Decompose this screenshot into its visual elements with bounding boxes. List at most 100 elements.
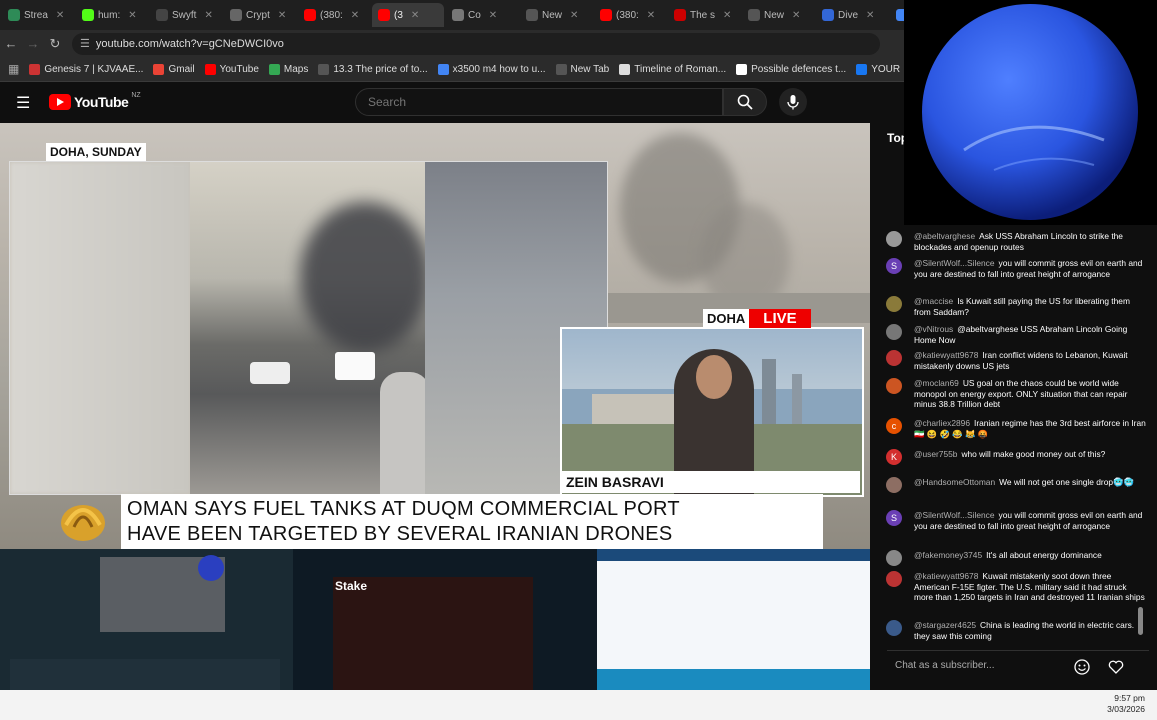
chat-username[interactable]: @SilentWolf...Silence: [914, 258, 995, 268]
search-input[interactable]: [355, 88, 723, 116]
avatar[interactable]: [886, 620, 902, 636]
browser-tab[interactable]: Co ✕: [446, 3, 518, 27]
chat-message: @vNitrous @abeltvarghese USS Abraham Linc…: [884, 324, 1146, 345]
chat-username[interactable]: @stargazer4625: [914, 620, 976, 630]
tab-close-icon[interactable]: ✕: [351, 10, 359, 21]
tower: [762, 359, 776, 429]
avatar[interactable]: c: [886, 418, 902, 434]
bookmark-item[interactable]: YOUR: [856, 63, 900, 75]
tab-close-icon[interactable]: ✕: [128, 10, 136, 21]
chat-username[interactable]: @katiewyatt9678: [914, 350, 978, 360]
chat-text: who will make good money out of this?: [961, 449, 1106, 459]
news-headline: OMAN SAYS FUEL TANKS AT DUQM COMMERCIAL …: [121, 494, 823, 549]
chat-message: @stargazer4625 China is leading the world…: [884, 620, 1146, 641]
bookmark-item[interactable]: x3500 m4 how to u...: [437, 63, 546, 75]
menu-icon[interactable]: ☰: [16, 93, 30, 113]
chat-username[interactable]: @user755b: [914, 449, 957, 459]
chat-divider: [887, 650, 1149, 651]
voice-search-button[interactable]: [779, 88, 807, 116]
avatar[interactable]: [886, 350, 902, 366]
browser-tab[interactable]: (380: ✕: [594, 3, 666, 27]
chat-username[interactable]: @maccise: [914, 296, 953, 306]
chat-message: @katiewyatt9678 Iran conflict widens to L…: [884, 350, 1146, 371]
chat-username[interactable]: @fakemoney3745: [914, 550, 982, 560]
back-button[interactable]: ←: [0, 36, 22, 51]
tab-close-icon[interactable]: ✕: [56, 10, 64, 21]
bookmark-item[interactable]: 13.3 The price of to...: [318, 63, 428, 75]
bookmark-item[interactable]: Genesis 7 | KJVAAE...: [29, 63, 143, 75]
avatar[interactable]: [886, 231, 902, 247]
browser-tab[interactable]: hum: ✕: [76, 3, 148, 27]
reload-button[interactable]: ↻: [44, 36, 66, 52]
video-player[interactable]: DOHA, SUNDAY DOHA LIVE ZEIN BASRAVI OMAN…: [0, 123, 870, 549]
site-info-icon[interactable]: ☰: [80, 37, 90, 50]
avatar[interactable]: S: [886, 258, 902, 274]
tab-close-icon[interactable]: ✕: [411, 10, 419, 21]
browser-tab[interactable]: Strea ✕: [2, 3, 74, 27]
avatar[interactable]: [886, 477, 902, 493]
tab-favicon-icon: [230, 9, 242, 21]
browser-tab[interactable]: Swyft ✕: [150, 3, 222, 27]
browser-tab[interactable]: The s ✕: [668, 3, 740, 27]
youtube-play-icon: [49, 94, 71, 110]
drone-strike-footage: [9, 161, 608, 495]
avatar[interactable]: K: [886, 449, 902, 465]
chat-username[interactable]: @HandsomeOttoman: [914, 477, 995, 487]
youtube-logo[interactable]: YouTube NZ: [49, 92, 141, 110]
avatar[interactable]: [886, 378, 902, 394]
bookmark-item[interactable]: Gmail: [153, 63, 195, 75]
avatar[interactable]: S: [886, 510, 902, 526]
reporter-name: ZEIN BASRAVI: [562, 471, 860, 493]
heart-icon[interactable]: [1108, 659, 1124, 675]
chat-username[interactable]: @katiewyatt9678: [914, 571, 978, 581]
tab-close-icon[interactable]: ✕: [204, 10, 212, 21]
forward-button[interactable]: →: [22, 36, 44, 51]
tab-close-icon[interactable]: ✕: [866, 10, 874, 21]
chat-username[interactable]: @vNitrous: [914, 324, 953, 334]
browser-tab[interactable]: New ✕: [742, 3, 814, 27]
browser-tab[interactable]: (380: ✕: [298, 3, 370, 27]
system-clock[interactable]: 9:57 pm 3/03/2026: [1107, 693, 1145, 715]
search-button[interactable]: [723, 88, 767, 116]
tab-close-icon[interactable]: ✕: [489, 10, 497, 21]
address-bar[interactable]: ☰ youtube.com/watch?v=gCNeDWCI0vo: [72, 32, 880, 55]
chat-message-body: @katiewyatt9678 Iran conflict widens to L…: [914, 350, 1146, 371]
avatar[interactable]: [886, 296, 902, 312]
chat-input[interactable]: Chat as a subscriber...: [887, 655, 1085, 677]
chat-username[interactable]: @moclan69: [914, 378, 959, 388]
browser-tab[interactable]: how✕: [890, 3, 904, 27]
chat-username[interactable]: @abeltvarghese: [914, 231, 975, 241]
tab-title: New: [764, 9, 785, 21]
youtube-header: ☰ YouTube NZ: [0, 82, 904, 122]
chat-username[interactable]: @charliex2896: [914, 418, 970, 428]
headline-line-1: OMAN SAYS FUEL TANKS AT DUQM COMMERCIAL …: [127, 498, 680, 520]
browser-tab[interactable]: Crypt ✕: [224, 3, 296, 27]
bookmark-item[interactable]: Maps: [268, 63, 308, 75]
bookmark-item[interactable]: New Tab: [555, 63, 609, 75]
chat-username[interactable]: @SilentWolf...Silence: [914, 510, 995, 520]
avatar[interactable]: [886, 550, 902, 566]
tab-close-icon[interactable]: ✕: [647, 10, 655, 21]
emoji-icon[interactable]: [1074, 659, 1090, 675]
tab-favicon-icon: [600, 9, 612, 21]
browser-tab[interactable]: New ✕: [520, 3, 592, 27]
bookmark-favicon-icon: [153, 63, 165, 75]
chat-message: c @charliex2896 Iranian regime has the 3rd…: [884, 418, 1146, 439]
apps-grid-icon[interactable]: ▦: [8, 62, 19, 76]
avatar[interactable]: [886, 571, 902, 587]
thumbnail-header: [597, 549, 870, 561]
tab-close-icon[interactable]: ✕: [792, 10, 800, 21]
bookmark-item[interactable]: Timeline of Roman...: [619, 63, 726, 75]
tab-close-icon[interactable]: ✕: [570, 10, 578, 21]
chat-scrollbar[interactable]: [1138, 607, 1143, 635]
tab-close-icon[interactable]: ✕: [723, 10, 731, 21]
tab-close-icon[interactable]: ✕: [278, 10, 286, 21]
blurred-panel-left: [10, 162, 190, 494]
avatar[interactable]: [886, 324, 902, 340]
bookmark-item[interactable]: YouTube: [204, 63, 259, 75]
bookmark-item[interactable]: Possible defences t...: [736, 63, 846, 75]
browser-tab[interactable]: (3 ✕: [372, 3, 444, 27]
chat-message-body: @HandsomeOttoman We will not get one sing…: [914, 477, 1146, 488]
thumbnail-web-page: [597, 549, 870, 712]
browser-tab[interactable]: Dive ✕: [816, 3, 888, 27]
